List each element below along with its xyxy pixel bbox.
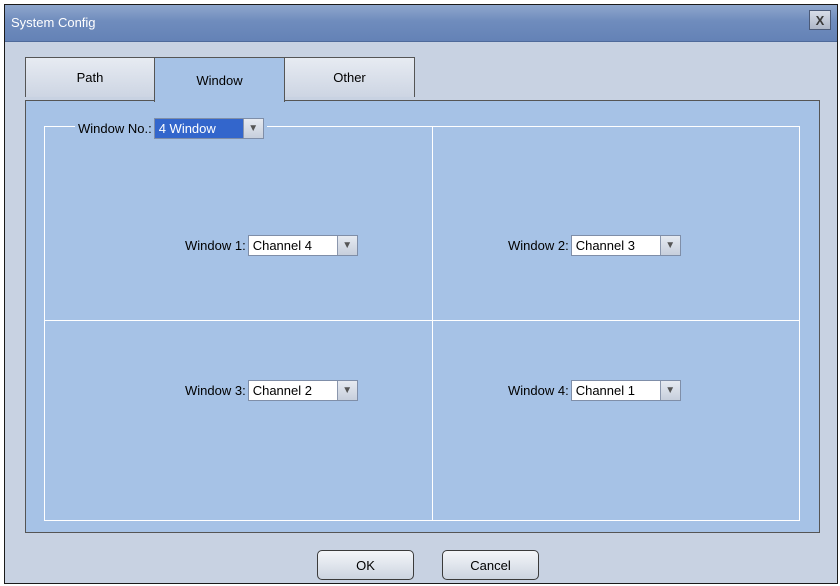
chevron-down-icon[interactable]: ▼ bbox=[242, 119, 263, 138]
window-layout-group: Window No.: 4 Window ▼ Window 1: Channel… bbox=[44, 118, 800, 521]
chevron-down-icon[interactable]: ▼ bbox=[336, 236, 357, 255]
chevron-down-icon[interactable]: ▼ bbox=[659, 381, 680, 400]
window-3-channel-value: Channel 2 bbox=[252, 383, 312, 398]
chevron-down-icon[interactable]: ▼ bbox=[659, 236, 680, 255]
grid-divider-vertical bbox=[432, 127, 433, 520]
window-no-value: 4 Window bbox=[154, 119, 243, 138]
window-2-channel-select[interactable]: Channel 3 ▼ bbox=[570, 235, 681, 256]
tab-path-label: Path bbox=[76, 70, 104, 85]
window-4-channel-value: Channel 1 bbox=[575, 383, 635, 398]
window-3-row: Window 3: Channel 2 ▼ bbox=[185, 380, 358, 401]
title-bar[interactable]: System Config X bbox=[5, 5, 837, 42]
close-button[interactable]: X bbox=[809, 10, 831, 30]
window-2-row: Window 2: Channel 3 ▼ bbox=[508, 235, 681, 256]
window-title: System Config bbox=[11, 15, 96, 30]
tab-path[interactable]: Path bbox=[25, 57, 155, 97]
window-2-label: Window 2: bbox=[508, 238, 569, 253]
window-1-channel-select[interactable]: Channel 4 ▼ bbox=[247, 235, 358, 256]
window-3-label: Window 3: bbox=[185, 383, 246, 398]
window-1-row: Window 1: Channel 4 ▼ bbox=[185, 235, 358, 256]
window-no-label: Window No.: bbox=[78, 121, 152, 136]
cancel-button-label: Cancel bbox=[470, 557, 511, 573]
chevron-down-icon[interactable]: ▼ bbox=[336, 381, 357, 400]
tab-other[interactable]: Other bbox=[284, 57, 415, 97]
window-4-label: Window 4: bbox=[508, 383, 569, 398]
system-config-dialog: System Config X Path Window Other Window… bbox=[4, 4, 838, 584]
tab-other-label: Other bbox=[333, 70, 366, 85]
cancel-button[interactable]: Cancel bbox=[442, 550, 539, 580]
window-2-channel-value: Channel 3 bbox=[575, 238, 635, 253]
window-no-row: Window No.: 4 Window ▼ bbox=[75, 118, 267, 139]
grid-divider-horizontal bbox=[45, 320, 799, 321]
window-3-channel-select[interactable]: Channel 2 ▼ bbox=[247, 380, 358, 401]
window-tab-panel: Window No.: 4 Window ▼ Window 1: Channel… bbox=[25, 100, 820, 533]
ok-button-label: OK bbox=[356, 557, 375, 573]
tab-window[interactable]: Window bbox=[154, 57, 285, 102]
ok-button[interactable]: OK bbox=[317, 550, 414, 580]
window-1-channel-value: Channel 4 bbox=[252, 238, 312, 253]
tab-window-label: Window bbox=[196, 72, 243, 88]
window-4-channel-select[interactable]: Channel 1 ▼ bbox=[570, 380, 681, 401]
window-1-label: Window 1: bbox=[185, 238, 246, 253]
window-4-row: Window 4: Channel 1 ▼ bbox=[508, 380, 681, 401]
window-no-select[interactable]: 4 Window ▼ bbox=[153, 118, 264, 139]
close-icon: X bbox=[815, 12, 825, 28]
